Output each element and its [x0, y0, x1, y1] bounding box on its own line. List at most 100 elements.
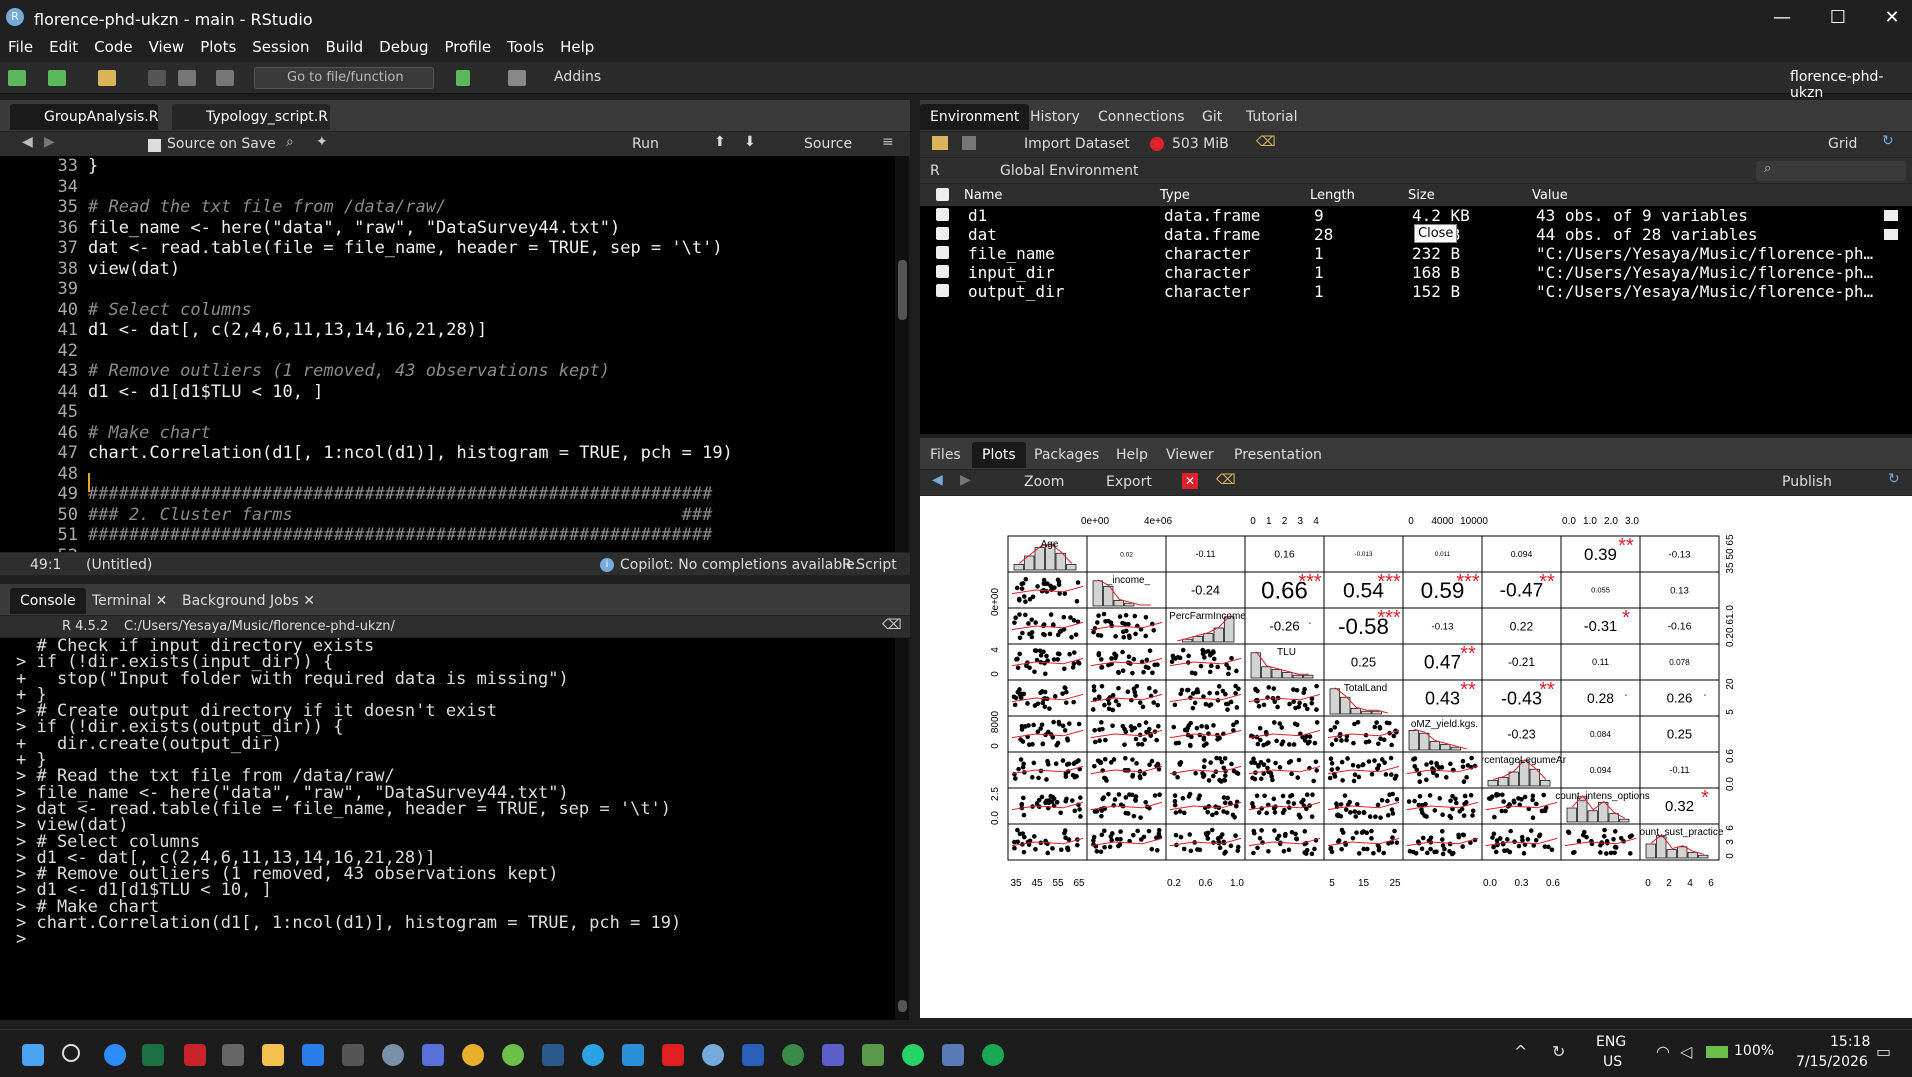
- code-text[interactable]: } # Read the txt file from /data/raw/file…: [88, 156, 888, 552]
- windows-start-icon[interactable]: [22, 1044, 44, 1066]
- code-line[interactable]: ### 2. Cluster farms ###: [88, 505, 888, 526]
- var-name[interactable]: output_dir: [964, 282, 1160, 301]
- tab-plots[interactable]: Plots: [972, 442, 1026, 468]
- code-line[interactable]: # Select columns: [88, 300, 888, 321]
- outline-icon[interactable]: ≡: [882, 134, 894, 150]
- wifi-icon[interactable]: ◠: [1656, 1042, 1670, 1061]
- save-all-icon[interactable]: [178, 70, 196, 86]
- tab-groupanalysis[interactable]: GroupAnalysis.R ✕: [10, 104, 158, 151]
- source-on-save-checkbox[interactable]: [148, 139, 161, 152]
- save-icon[interactable]: [148, 70, 166, 86]
- tab-typology-script[interactable]: Typology_script.R ✕: [172, 104, 330, 151]
- run-button[interactable]: Run: [632, 136, 659, 152]
- search-icon[interactable]: ⌕: [286, 134, 294, 150]
- zotero-icon[interactable]: [184, 1044, 206, 1066]
- scope-selector[interactable]: Global Environment: [1000, 163, 1139, 179]
- app-grid-icon[interactable]: [422, 1044, 444, 1066]
- header-length[interactable]: Length: [1310, 184, 1408, 206]
- memory-usage[interactable]: 503 MiB: [1172, 136, 1229, 152]
- layout-icon[interactable]: [508, 70, 526, 86]
- code-line[interactable]: # Make chart: [88, 423, 888, 444]
- goto-file-input[interactable]: Go to file/function: [254, 67, 434, 89]
- clear-broom-icon[interactable]: ⌫: [1256, 134, 1276, 150]
- refresh-icon[interactable]: ↻: [1882, 133, 1894, 149]
- env-row[interactable]: input_dir character 1 168 B "C:/Users/Yesaya…: [920, 263, 1912, 282]
- tab-tutorial[interactable]: Tutorial: [1236, 104, 1307, 130]
- save-workspace-icon[interactable]: [962, 136, 976, 150]
- tab-packages[interactable]: Packages: [1024, 442, 1109, 468]
- menu-build[interactable]: Build: [326, 38, 364, 56]
- clear-plots-icon[interactable]: ⌫: [1216, 472, 1236, 488]
- teams-icon[interactable]: [822, 1044, 844, 1066]
- word-icon[interactable]: [742, 1044, 764, 1066]
- clock-date[interactable]: 7/15/2026: [1796, 1054, 1868, 1070]
- sync-icon[interactable]: ↻: [1552, 1042, 1565, 1061]
- scope-selector[interactable]: (Untitled): [86, 557, 152, 573]
- up-arrow-icon[interactable]: ⬆: [714, 134, 726, 150]
- remove-plot-icon[interactable]: ✕: [1182, 473, 1198, 489]
- file-explorer-icon[interactable]: [262, 1044, 284, 1066]
- row-checkbox[interactable]: [920, 282, 964, 301]
- editor-scrollbar[interactable]: [895, 156, 909, 552]
- menu-file[interactable]: File: [8, 38, 33, 56]
- tab-connections[interactable]: Connections: [1088, 104, 1195, 130]
- var-name[interactable]: d1: [964, 206, 1160, 225]
- view-table-icon[interactable]: [1884, 210, 1898, 221]
- tab-viewer[interactable]: Viewer: [1156, 442, 1224, 468]
- next-plot-icon[interactable]: ▶: [960, 472, 971, 488]
- app-globe-icon[interactable]: [382, 1044, 404, 1066]
- row-checkbox[interactable]: [920, 225, 964, 244]
- tab-history[interactable]: History: [1020, 104, 1090, 130]
- code-line[interactable]: d1 <- d1[d1$TLU < 10, ]: [88, 382, 888, 403]
- app-icon[interactable]: [342, 1044, 364, 1066]
- code-line[interactable]: ########################################…: [88, 525, 888, 546]
- chevron-up-icon[interactable]: ^: [1514, 1042, 1527, 1061]
- scroll-thumb[interactable]: [898, 260, 907, 320]
- filetype-selector[interactable]: R Script: [842, 557, 897, 573]
- battery-icon[interactable]: [1706, 1046, 1728, 1058]
- tab-environment[interactable]: Environment: [920, 104, 1030, 130]
- source-button[interactable]: Source: [804, 136, 852, 152]
- tab-background-jobs[interactable]: Background Jobs ✕: [172, 588, 325, 614]
- var-name[interactable]: dat: [964, 225, 1160, 244]
- git-icon[interactable]: [456, 70, 470, 86]
- header-name[interactable]: Name: [964, 184, 1160, 206]
- code-line[interactable]: ########################################…: [88, 484, 888, 505]
- row-checkbox[interactable]: [920, 206, 964, 225]
- app-icon[interactable]: [862, 1044, 884, 1066]
- tab-files[interactable]: Files: [920, 442, 971, 468]
- row-checkbox[interactable]: [920, 263, 964, 282]
- export-button[interactable]: Export: [1106, 474, 1152, 490]
- menu-help[interactable]: Help: [560, 38, 594, 56]
- var-name[interactable]: file_name: [964, 244, 1160, 263]
- menu-code[interactable]: Code: [94, 38, 132, 56]
- zoom-button[interactable]: Zoom: [1024, 474, 1064, 490]
- app-icon[interactable]: [542, 1044, 564, 1066]
- code-line[interactable]: # Remove outliers (1 removed, 43 observa…: [88, 361, 888, 382]
- search-icon[interactable]: [62, 1044, 80, 1062]
- load-workspace-icon[interactable]: [932, 136, 948, 150]
- env-row[interactable]: file_name character 1 232 B "C:/Users/Yesaya…: [920, 244, 1912, 263]
- env-row[interactable]: d1 data.frame 9 4.2 KB 43 obs. of 9 variable…: [920, 206, 1912, 225]
- tab-terminal[interactable]: Terminal ✕: [82, 588, 177, 614]
- code-line[interactable]: file_name <- here("data", "raw", "DataSu…: [88, 218, 888, 239]
- clock-time[interactable]: 15:18: [1830, 1034, 1870, 1050]
- down-arrow-icon[interactable]: ⬇: [744, 134, 756, 150]
- code-line[interactable]: [88, 464, 888, 485]
- language-selector[interactable]: R: [930, 163, 940, 179]
- console-text[interactable]: # Check if input directory exists > if (!…: [16, 638, 681, 948]
- new-project-icon[interactable]: [48, 70, 66, 86]
- print-icon[interactable]: [216, 70, 234, 86]
- menu-plots[interactable]: Plots: [200, 38, 236, 56]
- tab-console[interactable]: Console: [10, 588, 86, 614]
- chrome-icon[interactable]: [462, 1044, 484, 1066]
- scroll-thumb[interactable]: [898, 1000, 907, 1012]
- region-code[interactable]: US: [1603, 1054, 1622, 1070]
- header-value[interactable]: Value: [1532, 184, 1912, 206]
- youtube-icon[interactable]: [662, 1044, 684, 1066]
- view-table-icon[interactable]: [1884, 229, 1898, 240]
- wand-icon[interactable]: ✦: [316, 134, 328, 150]
- code-line[interactable]: view(dat): [88, 259, 888, 280]
- select-all-checkbox[interactable]: [920, 184, 964, 206]
- code-line[interactable]: [88, 177, 888, 198]
